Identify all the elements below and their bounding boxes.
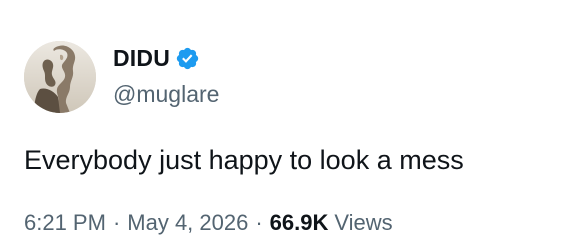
avatar[interactable] [24,41,96,113]
tweet-card: DIDU @muglare Everybody just happy to lo… [0,0,584,248]
views-count[interactable]: 66.9K [270,208,329,238]
tweet-time[interactable]: 6:21 PM [24,208,106,238]
avatar-image [24,41,96,113]
views-label[interactable]: Views [334,208,392,238]
tweet-meta-row: 6:21 PM · May 4, 2026 · 66.9K Views [24,208,393,238]
tweet-date[interactable]: May 4, 2026 [127,208,248,238]
author-name-row: DIDU [113,43,200,73]
verified-badge-icon[interactable] [175,46,200,71]
meta-separator: · [255,210,263,235]
author-handle[interactable]: @muglare [113,79,219,109]
tweet-text: Everybody just happy to look a mess [24,145,464,175]
author-display-name[interactable]: DIDU [113,43,170,73]
meta-separator: · [112,210,121,235]
